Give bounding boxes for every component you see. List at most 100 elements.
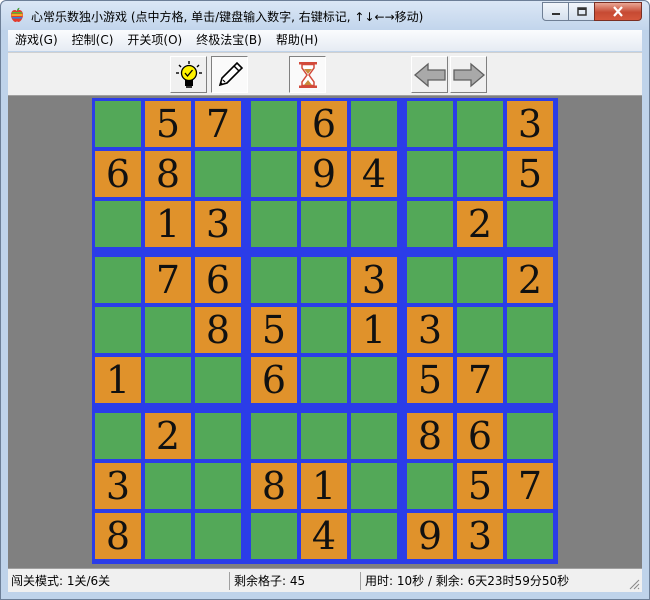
undo-button[interactable] (411, 56, 448, 93)
sudoku-cell[interactable] (407, 257, 453, 303)
timer-button[interactable] (289, 56, 326, 93)
sudoku-cell[interactable] (301, 201, 347, 247)
sudoku-cell[interactable]: 3 (95, 463, 141, 509)
sudoku-cell[interactable]: 2 (145, 413, 191, 459)
sudoku-cell[interactable] (251, 101, 297, 147)
sudoku-cell[interactable] (251, 413, 297, 459)
sudoku-cell[interactable]: 2 (457, 201, 503, 247)
sudoku-cell[interactable]: 6 (301, 101, 347, 147)
menu-ultimate-tools[interactable]: 终极法宝(B) (189, 30, 269, 51)
sudoku-cell[interactable] (195, 463, 241, 509)
sudoku-cell[interactable]: 1 (145, 201, 191, 247)
sudoku-cell[interactable]: 8 (195, 307, 241, 353)
sudoku-cell[interactable] (351, 101, 397, 147)
sudoku-cell[interactable]: 1 (95, 357, 141, 403)
sudoku-cell[interactable] (407, 463, 453, 509)
menu-game[interactable]: 游戏(G) (8, 30, 65, 51)
sudoku-cell[interactable]: 1 (351, 307, 397, 353)
sudoku-cell[interactable] (195, 513, 241, 559)
sudoku-cell[interactable] (251, 151, 297, 197)
sudoku-cell[interactable]: 8 (251, 463, 297, 509)
menu-options[interactable]: 开关项(O) (120, 30, 189, 51)
sudoku-cell[interactable] (195, 413, 241, 459)
sudoku-cell[interactable] (351, 463, 397, 509)
resize-grip-icon[interactable] (628, 578, 640, 590)
sudoku-cell[interactable]: 3 (351, 257, 397, 303)
sudoku-cell[interactable] (95, 101, 141, 147)
sudoku-cell[interactable] (507, 307, 553, 353)
maximize-icon (576, 6, 587, 16)
sudoku-cell[interactable]: 8 (145, 151, 191, 197)
sudoku-cell[interactable]: 7 (145, 257, 191, 303)
menu-help[interactable]: 帮助(H) (269, 30, 325, 51)
sudoku-cell[interactable] (507, 201, 553, 247)
title-bar[interactable]: 心常乐数独小游戏 (点中方格, 单击/键盘输入数字, 右键标记, ↑↓←→移动) (1, 1, 649, 30)
sudoku-cell[interactable]: 4 (301, 513, 347, 559)
sudoku-cell[interactable]: 3 (195, 201, 241, 247)
sudoku-cell[interactable] (145, 513, 191, 559)
sudoku-cell[interactable] (457, 101, 503, 147)
maximize-button[interactable] (568, 2, 595, 21)
sudoku-cell[interactable] (301, 307, 347, 353)
sudoku-cell[interactable]: 5 (251, 307, 297, 353)
menu-control[interactable]: 控制(C) (65, 30, 121, 51)
sudoku-cell[interactable]: 9 (407, 513, 453, 559)
sudoku-cell[interactable]: 6 (457, 413, 503, 459)
sudoku-cell[interactable] (145, 463, 191, 509)
status-time: 用时: 10秒 / 剩余: 6天23时59分50秒 (365, 574, 570, 588)
sudoku-cell[interactable]: 7 (195, 101, 241, 147)
sudoku-cell[interactable] (145, 357, 191, 403)
sudoku-cell[interactable] (407, 151, 453, 197)
sudoku-cell[interactable] (457, 257, 503, 303)
close-button[interactable] (594, 2, 642, 21)
sudoku-cell[interactable] (457, 307, 503, 353)
sudoku-cell[interactable] (407, 201, 453, 247)
sudoku-cell[interactable] (95, 307, 141, 353)
sudoku-cell[interactable] (195, 151, 241, 197)
sudoku-cell[interactable]: 6 (195, 257, 241, 303)
sudoku-cell[interactable]: 7 (457, 357, 503, 403)
sudoku-cell[interactable]: 5 (457, 463, 503, 509)
sudoku-cell[interactable] (95, 201, 141, 247)
apple-icon (11, 7, 23, 22)
sudoku-cell[interactable] (507, 357, 553, 403)
sudoku-cell[interactable]: 8 (95, 513, 141, 559)
sudoku-cell[interactable]: 5 (145, 101, 191, 147)
sudoku-cell[interactable] (351, 357, 397, 403)
sudoku-cell[interactable] (301, 257, 347, 303)
sudoku-cell[interactable] (507, 513, 553, 559)
minimize-icon (551, 12, 560, 15)
pencil-mark-button[interactable] (211, 56, 248, 93)
sudoku-cell[interactable]: 3 (457, 513, 503, 559)
sudoku-cell[interactable] (251, 257, 297, 303)
sudoku-cell[interactable]: 5 (507, 151, 553, 197)
sudoku-cell[interactable] (351, 513, 397, 559)
sudoku-cell[interactable]: 9 (301, 151, 347, 197)
sudoku-cell[interactable] (301, 413, 347, 459)
sudoku-cell[interactable]: 4 (351, 151, 397, 197)
hint-button[interactable] (170, 56, 207, 93)
sudoku-cell[interactable]: 2 (507, 257, 553, 303)
sudoku-cell[interactable] (251, 201, 297, 247)
sudoku-cell[interactable]: 5 (407, 357, 453, 403)
sudoku-cell[interactable]: 6 (95, 151, 141, 197)
sudoku-cell[interactable] (407, 101, 453, 147)
sudoku-cell[interactable]: 7 (507, 463, 553, 509)
sudoku-cell[interactable] (351, 201, 397, 247)
sudoku-cell[interactable] (301, 357, 347, 403)
sudoku-cell[interactable]: 8 (407, 413, 453, 459)
sudoku-cell[interactable] (457, 151, 503, 197)
sudoku-cell[interactable]: 3 (507, 101, 553, 147)
sudoku-cell[interactable] (351, 413, 397, 459)
sudoku-cell[interactable] (95, 257, 141, 303)
sudoku-cell[interactable] (195, 357, 241, 403)
sudoku-cell[interactable]: 3 (407, 307, 453, 353)
sudoku-cell[interactable] (95, 413, 141, 459)
sudoku-cell[interactable]: 6 (251, 357, 297, 403)
redo-button[interactable] (450, 56, 487, 93)
sudoku-cell[interactable] (507, 413, 553, 459)
sudoku-cell[interactable] (251, 513, 297, 559)
sudoku-cell[interactable] (145, 307, 191, 353)
sudoku-cell[interactable]: 1 (301, 463, 347, 509)
minimize-button[interactable] (542, 2, 569, 21)
